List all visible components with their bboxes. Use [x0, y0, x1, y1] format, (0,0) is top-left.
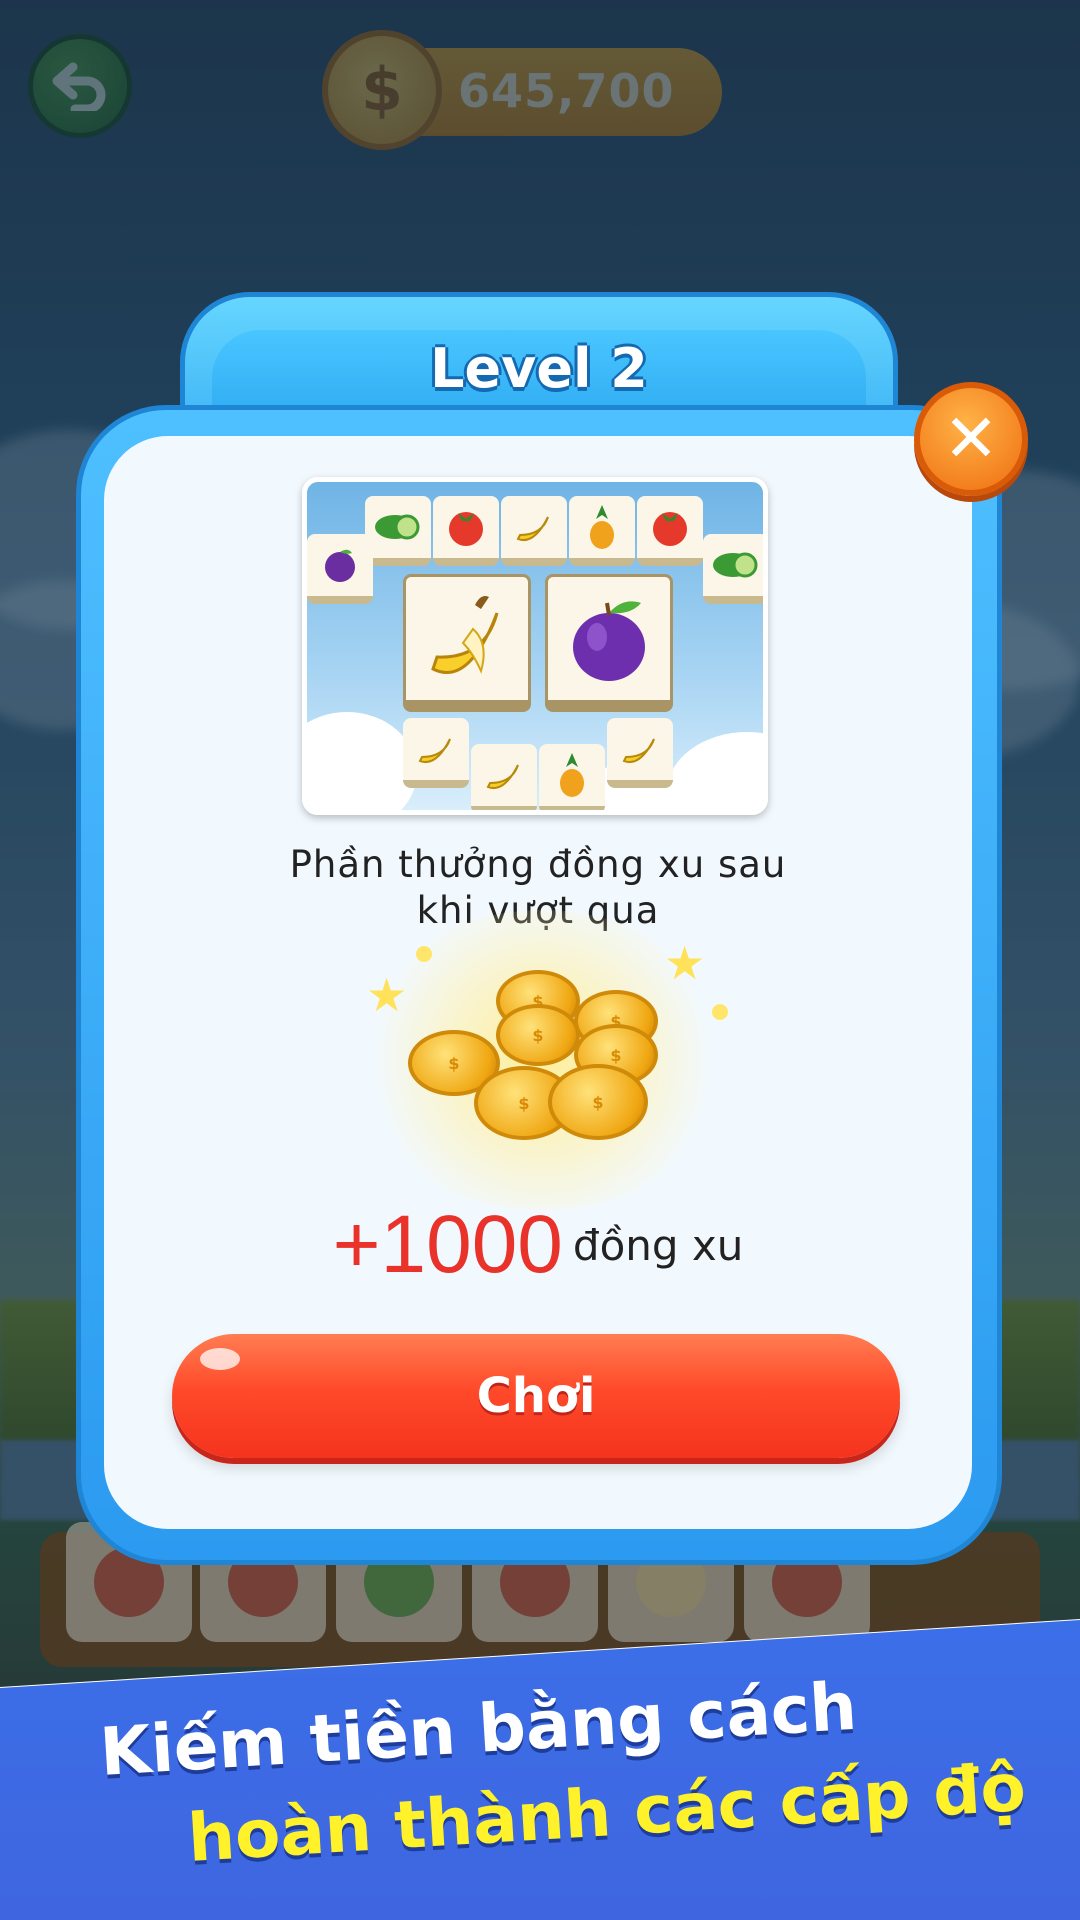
pineapple-tile [569, 496, 635, 566]
plum-tile-featured [545, 574, 673, 712]
level-preview-image [302, 477, 768, 815]
cucumber-tile [365, 496, 431, 566]
sparkle-star-icon: ★ [664, 936, 706, 990]
reward-description-line1: Phần thưởng đồng xu sau [289, 843, 787, 886]
dialog-title: Level 2 [430, 337, 648, 400]
play-button-label: Chơi [476, 1368, 596, 1424]
pineapple-tile [539, 744, 605, 810]
play-button[interactable]: Chơi [172, 1334, 900, 1458]
close-icon: ✕ [943, 400, 999, 477]
reward-amount: +1000 [332, 1199, 563, 1290]
close-button[interactable]: ✕ [914, 382, 1028, 496]
tomato-tile [637, 496, 703, 566]
sparkle-star-icon: ★ [366, 968, 408, 1022]
tomato-tile [433, 496, 499, 566]
reward-unit: đồng xu [572, 1220, 744, 1270]
banana-tile [471, 744, 537, 810]
plum-tile [307, 534, 373, 604]
cucumber-tile [703, 534, 763, 604]
banana-tile [501, 496, 567, 566]
banana-tile [607, 718, 673, 788]
banana-tile [403, 718, 469, 788]
reward-amount-line: +1000 đồng xu [104, 1198, 972, 1292]
banana-tile-featured [403, 574, 531, 712]
